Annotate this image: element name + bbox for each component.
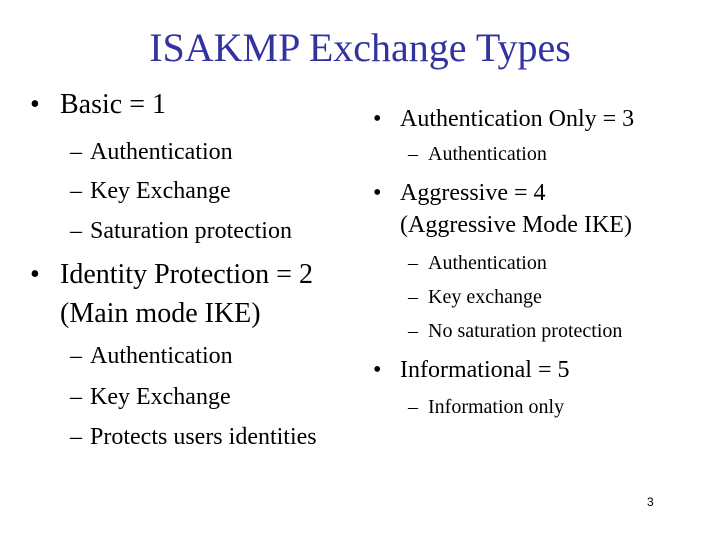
- dash-icon: –: [70, 178, 82, 204]
- sub-item: – Saturation protection: [70, 216, 292, 246]
- dash-icon: –: [408, 286, 418, 308]
- dash-icon: –: [70, 343, 82, 369]
- bullet-label: Basic = 1: [60, 89, 166, 120]
- dash-icon: –: [70, 424, 82, 450]
- sub-item-label: Authentication: [90, 343, 233, 369]
- bullet-informational: • Informational = 5: [373, 355, 570, 385]
- sub-item: – Authentication: [408, 142, 547, 166]
- bullet-basic: • Basic = 1: [30, 88, 166, 122]
- dash-icon: –: [408, 396, 418, 418]
- sub-item-label: Authentication: [428, 252, 547, 274]
- sub-item-label: No saturation protection: [428, 320, 623, 342]
- sub-item: – Key Exchange: [70, 382, 231, 412]
- dash-icon: –: [70, 139, 82, 165]
- sub-item: – No saturation protection: [408, 319, 622, 343]
- bullet-label: Authentication Only = 3: [400, 106, 635, 132]
- sub-item: – Authentication: [70, 137, 233, 167]
- slide-title: ISAKMP Exchange Types: [149, 25, 571, 70]
- sub-item: – Protects users identities: [70, 422, 317, 452]
- bullet-label: Informational = 5: [400, 357, 570, 383]
- bullet-label-continued: (Aggressive Mode IKE): [400, 212, 632, 238]
- bullet-label: Identity Protection = 2: [60, 259, 313, 290]
- bullet-authentication-only: • Authentication Only = 3: [373, 104, 634, 134]
- dash-icon: –: [408, 320, 418, 342]
- sub-item: – Authentication: [70, 341, 233, 371]
- bullet-icon: •: [373, 357, 382, 383]
- sub-item: – Key Exchange: [70, 176, 231, 206]
- sub-item-label: Key exchange: [428, 286, 542, 308]
- bullet-icon: •: [373, 180, 382, 206]
- sub-item: – Information only: [408, 395, 564, 419]
- bullet-label: Aggressive = 4: [400, 180, 546, 206]
- bullet-aggressive: • Aggressive = 4: [373, 178, 546, 208]
- dash-icon: –: [408, 143, 418, 165]
- sub-item-label: Key Exchange: [90, 384, 231, 410]
- sub-item-label: Information only: [428, 396, 565, 418]
- bullet-label-continued: (Main mode IKE): [60, 298, 261, 329]
- dash-icon: –: [70, 384, 82, 410]
- sub-item-label: Authentication: [428, 143, 547, 165]
- sub-item-label: Saturation protection: [90, 218, 292, 244]
- bullet-icon: •: [30, 89, 40, 120]
- dash-icon: –: [408, 252, 418, 274]
- sub-item: – Key exchange: [408, 285, 542, 309]
- bullet-icon: •: [30, 259, 40, 290]
- bullet-identity-protection: • Identity Protection = 2: [30, 258, 313, 292]
- page-number: 3: [647, 495, 654, 509]
- sub-item: – Authentication: [408, 251, 547, 275]
- sub-item-label: Key Exchange: [90, 178, 231, 204]
- bullet-icon: •: [373, 106, 382, 132]
- dash-icon: –: [70, 218, 82, 244]
- sub-item-label: Authentication: [90, 139, 233, 165]
- sub-item-label: Protects users identities: [90, 424, 317, 450]
